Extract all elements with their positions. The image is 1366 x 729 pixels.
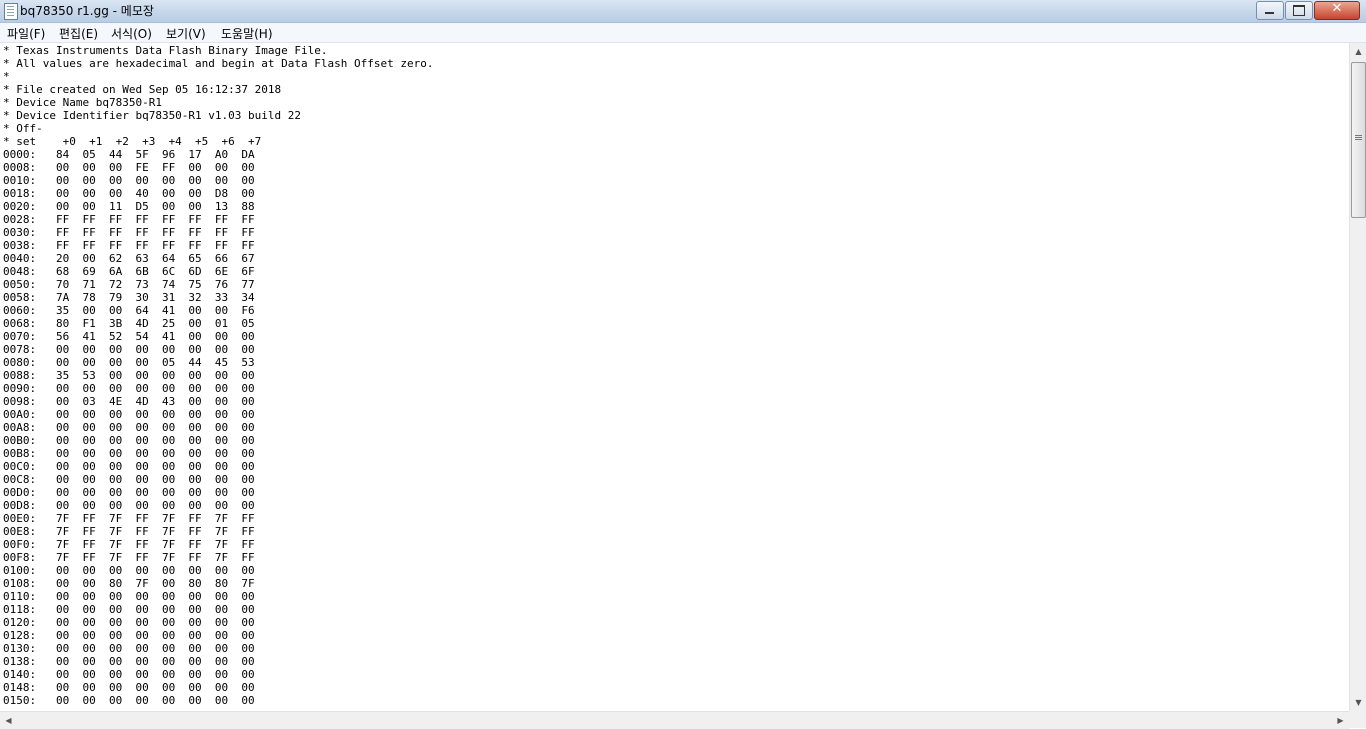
text-line[interactable]: 00D0: 00 00 00 00 00 00 00 00 xyxy=(3,486,433,499)
text-line[interactable]: 0138: 00 00 00 00 00 00 00 00 xyxy=(3,655,433,668)
text-line[interactable]: 0018: 00 00 00 40 00 00 D8 00 xyxy=(3,187,433,200)
text-editor[interactable]: * Texas Instruments Data Flash Binary Im… xyxy=(0,43,1349,711)
text-line[interactable]: 0040: 20 00 62 63 64 65 66 67 xyxy=(3,252,433,265)
text-line[interactable]: 0008: 00 00 00 FE FF 00 00 00 xyxy=(3,161,433,174)
text-line[interactable]: 0030: FF FF FF FF FF FF FF FF xyxy=(3,226,433,239)
text-line[interactable]: 0058: 7A 78 79 30 31 32 33 34 xyxy=(3,291,433,304)
text-content[interactable]: * Texas Instruments Data Flash Binary Im… xyxy=(3,44,433,707)
text-line[interactable]: 0020: 00 00 11 D5 00 00 13 88 xyxy=(3,200,433,213)
text-line[interactable]: * Texas Instruments Data Flash Binary Im… xyxy=(3,44,433,57)
vertical-scrollbar[interactable]: ▲ ▼ xyxy=(1349,43,1366,711)
text-line[interactable]: 0050: 70 71 72 73 74 75 76 77 xyxy=(3,278,433,291)
text-line[interactable]: 00E8: 7F FF 7F FF 7F FF 7F FF xyxy=(3,525,433,538)
window-title: bq78350 r1.gg - 메모장 xyxy=(20,4,154,18)
maximize-icon xyxy=(1293,5,1305,16)
title-bar[interactable]: bq78350 r1.gg - 메모장 ✕ xyxy=(0,0,1366,23)
notepad-icon[interactable] xyxy=(4,3,18,20)
text-line[interactable]: 0088: 35 53 00 00 00 00 00 00 xyxy=(3,369,433,382)
text-line[interactable]: 0148: 00 00 00 00 00 00 00 00 xyxy=(3,681,433,694)
text-line[interactable]: 0130: 00 00 00 00 00 00 00 00 xyxy=(3,642,433,655)
text-line[interactable]: 0118: 00 00 00 00 00 00 00 00 xyxy=(3,603,433,616)
text-line[interactable]: * Device Name bq78350-R1 xyxy=(3,96,433,109)
text-line[interactable]: * xyxy=(3,70,433,83)
text-line[interactable]: 0120: 00 00 00 00 00 00 00 00 xyxy=(3,616,433,629)
arrow-right-icon[interactable]: ▶ xyxy=(1332,712,1349,729)
arrow-left-icon[interactable]: ◀ xyxy=(0,712,17,729)
text-line[interactable]: 0060: 35 00 00 64 41 00 00 F6 xyxy=(3,304,433,317)
text-line[interactable]: 0150: 00 00 00 00 00 00 00 00 xyxy=(3,694,433,707)
vertical-scroll-thumb[interactable] xyxy=(1351,62,1366,218)
window-controls: ✕ xyxy=(1255,1,1360,20)
menu-edit[interactable]: 편집(E) xyxy=(59,25,98,42)
scroll-corner xyxy=(1349,711,1366,728)
menu-file[interactable]: 파일(F) xyxy=(7,25,45,42)
text-line[interactable]: 00C0: 00 00 00 00 00 00 00 00 xyxy=(3,460,433,473)
text-line[interactable]: 0038: FF FF FF FF FF FF FF FF xyxy=(3,239,433,252)
text-line[interactable]: 00F0: 7F FF 7F FF 7F FF 7F FF xyxy=(3,538,433,551)
text-line[interactable]: 0048: 68 69 6A 6B 6C 6D 6E 6F xyxy=(3,265,433,278)
grip-icon xyxy=(1355,135,1362,136)
text-line[interactable]: 00A8: 00 00 00 00 00 00 00 00 xyxy=(3,421,433,434)
text-line[interactable]: 0010: 00 00 00 00 00 00 00 00 xyxy=(3,174,433,187)
text-line[interactable]: 0090: 00 00 00 00 00 00 00 00 xyxy=(3,382,433,395)
text-line[interactable]: 0100: 00 00 00 00 00 00 00 00 xyxy=(3,564,433,577)
menu-bar: 파일(F) 편집(E) 서식(O) 보기(V) 도움말(H) xyxy=(0,23,1366,43)
text-line[interactable]: 00C8: 00 00 00 00 00 00 00 00 xyxy=(3,473,433,486)
minimize-button[interactable] xyxy=(1256,1,1284,20)
text-line[interactable]: 00B8: 00 00 00 00 00 00 00 00 xyxy=(3,447,433,460)
text-line[interactable]: * All values are hexadecimal and begin a… xyxy=(3,57,433,70)
text-line[interactable]: 0068: 80 F1 3B 4D 25 00 01 05 xyxy=(3,317,433,330)
text-line[interactable]: 0080: 00 00 00 00 05 44 45 53 xyxy=(3,356,433,369)
text-line[interactable]: * Off- xyxy=(3,122,433,135)
text-line[interactable]: 00D8: 00 00 00 00 00 00 00 00 xyxy=(3,499,433,512)
text-line[interactable]: 0108: 00 00 80 7F 00 80 80 7F xyxy=(3,577,433,590)
text-line[interactable]: 0000: 84 05 44 5F 96 17 A0 DA xyxy=(3,148,433,161)
menu-view[interactable]: 보기(V) xyxy=(166,25,206,42)
text-line[interactable]: 0140: 00 00 00 00 00 00 00 00 xyxy=(3,668,433,681)
close-button[interactable]: ✕ xyxy=(1314,1,1360,20)
close-icon: ✕ xyxy=(1331,1,1343,16)
maximize-button[interactable] xyxy=(1285,1,1313,20)
text-line[interactable]: 0028: FF FF FF FF FF FF FF FF xyxy=(3,213,433,226)
text-line[interactable]: 0128: 00 00 00 00 00 00 00 00 xyxy=(3,629,433,642)
horizontal-scrollbar[interactable]: ◀ ▶ xyxy=(0,711,1349,729)
menu-format[interactable]: 서식(O) xyxy=(111,25,152,42)
text-line[interactable]: 0098: 00 03 4E 4D 43 00 00 00 xyxy=(3,395,433,408)
text-line[interactable]: 00B0: 00 00 00 00 00 00 00 00 xyxy=(3,434,433,447)
menu-help[interactable]: 도움말(H) xyxy=(221,25,273,42)
text-line[interactable]: 0110: 00 00 00 00 00 00 00 00 xyxy=(3,590,433,603)
minimize-icon xyxy=(1265,12,1274,14)
arrow-up-icon[interactable]: ▲ xyxy=(1350,43,1366,60)
text-line[interactable]: 0070: 56 41 52 54 41 00 00 00 xyxy=(3,330,433,343)
text-line[interactable]: 0078: 00 00 00 00 00 00 00 00 xyxy=(3,343,433,356)
text-line[interactable]: * Device Identifier bq78350-R1 v1.03 bui… xyxy=(3,109,433,122)
text-line[interactable]: 00E0: 7F FF 7F FF 7F FF 7F FF xyxy=(3,512,433,525)
text-line[interactable]: 00A0: 00 00 00 00 00 00 00 00 xyxy=(3,408,433,421)
text-line[interactable]: * set +0 +1 +2 +3 +4 +5 +6 +7 xyxy=(3,135,433,148)
text-line[interactable]: 00F8: 7F FF 7F FF 7F FF 7F FF xyxy=(3,551,433,564)
arrow-down-icon[interactable]: ▼ xyxy=(1350,694,1366,711)
text-line[interactable]: * File created on Wed Sep 05 16:12:37 20… xyxy=(3,83,433,96)
